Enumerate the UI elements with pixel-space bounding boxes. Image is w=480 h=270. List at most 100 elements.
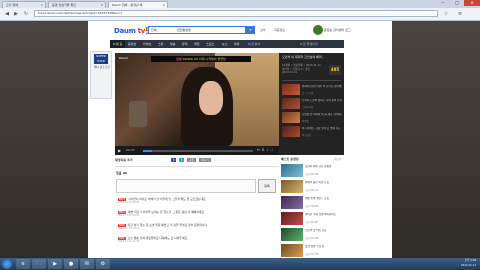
nav-item-live[interactable]: 라이브 (143, 40, 151, 48)
taskbar-app-icon[interactable]: e (16, 259, 30, 269)
side-banner-ad[interactable]: SUPER STAR 배너 광고 문구 (90, 51, 112, 99)
best-more-link[interactable]: 더보기 › (334, 157, 343, 161)
header-link-search[interactable]: 검색 (260, 28, 266, 32)
taskbar-app-icon[interactable]: ▶ (48, 259, 62, 269)
best-video-thumbnail[interactable] (281, 244, 303, 257)
nav-item-game[interactable]: 게임 (194, 40, 200, 48)
minimize-button[interactable]: ─ (436, 0, 450, 6)
player-icons: HD♪⛶ (257, 148, 275, 152)
taskbar-app-icon[interactable]: ● (64, 259, 78, 269)
menu-icon[interactable]: ≡ (456, 10, 464, 18)
video-frame[interactable]: Daum 인성 SWING UP 이제 시작해서 줄였당 (115, 53, 279, 146)
comment-text: 지금 여기 있는 옷 보면 엄청 예쁘고 저 정말 좋아요 많이 응원합니다 (127, 223, 207, 227)
nav-item-news[interactable]: 뉴스 (222, 40, 228, 48)
related-sub: 비주얼 (302, 120, 309, 123)
comment-submit-button[interactable]: 등록 (258, 179, 276, 193)
add-playlist-link[interactable]: 재생목록 추가 (115, 158, 133, 162)
tab-label: 동영 전실거울 확인 (52, 3, 76, 7)
browser-tab-active[interactable]: Daum 위헤 - 동영상 채 ✕ (108, 1, 168, 8)
daum-tvpot-logo[interactable]: Daum tv팟 (114, 26, 152, 36)
avatar[interactable] (313, 25, 323, 35)
best-video-title[interactable]: 오늘의 핫 이슈 모음 (305, 229, 343, 232)
hd-icon[interactable]: HD (257, 148, 266, 152)
related-title[interactable]: 오마이고 같이 없어도 나이 같이 보기 (302, 99, 342, 102)
browser-tab[interactable]: 동영 전실거울 확인 ✕ (48, 1, 106, 8)
related-title[interactable]: 이 다이어트 요정 보여 뜻 밖에 시도 (302, 127, 342, 130)
related-thumbnail[interactable] (282, 98, 300, 109)
browser-nav-bar: ◀ ▶ ↻ tvpot.daum.net/clip/ClipView.do?cl… (0, 8, 480, 21)
related-clip[interactable]: 오영심 인 이사람 살 를 새로 시작하는 비주얼 (282, 112, 342, 123)
best-video-title[interactable]: 배틀 인생 레전드 모음 (305, 197, 343, 200)
progress-bar[interactable] (143, 150, 253, 152)
related-thumbnail[interactable] (282, 84, 300, 95)
nav-player-link[interactable]: tv팟 플레이어 (300, 40, 318, 48)
comment-item: BEST 예쁘 어딘가 어울려 보이는 돈 입는거 그 옷은 점점 더 예뻐지네요… (118, 210, 274, 218)
best-video-item[interactable]: 동남아 최대 규모 쇼핑몰 조회 96,345 (281, 164, 343, 178)
site-header: Daum tv팟 전체 전진동잉앤 ⌕ 검색 회원정보 동정보 관리센터 로그 (88, 21, 392, 41)
progress-fill (143, 150, 152, 152)
best-video-thumbnail[interactable] (281, 180, 303, 193)
taskbar-app-icon[interactable]: ⚙ (96, 259, 110, 269)
play-icon[interactable]: ▶ (118, 148, 121, 153)
nav-item-broadcast[interactable]: 방송 (170, 40, 176, 48)
related-thumbnail[interactable] (282, 126, 300, 137)
related-clip[interactable]: 오마이고 같이 없어도 나이 같이 보기 드라마 2회 (282, 98, 342, 109)
windows-taskbar: e 🗀 ▶ ● ✉ ⚙ 오후 3:29 2013-11-11 (0, 258, 480, 270)
best-video-thumbnail[interactable] (281, 164, 303, 177)
nav-item-star[interactable]: 스타 (158, 40, 164, 48)
reload-icon[interactable]: ↻ (22, 10, 30, 18)
best-video-thumbnail[interactable] (281, 212, 303, 225)
taskbar-app-icon[interactable]: ✉ (80, 259, 94, 269)
best-video-thumbnail[interactable] (281, 196, 303, 209)
facebook-share-button[interactable]: f (171, 158, 176, 162)
nav-item-video[interactable]: 동영상 (128, 40, 136, 48)
forward-arrow-icon[interactable]: ▶ (12, 10, 20, 18)
best-video-title[interactable]: 아이돌 무대 직캠 하이라이트 (305, 213, 343, 216)
taskbar-app-icon[interactable]: 🗀 (32, 259, 46, 269)
related-clip[interactable]: [tvN] 인기인 정수 바 보기로 준비해도 오 후 3:00 (282, 84, 342, 95)
best-video-title[interactable]: 동남아 최대 규모 쇼핑몰 (305, 165, 343, 168)
close-window-button[interactable]: ✕ (464, 0, 480, 6)
best-video-item[interactable]: 세계의 숨은 비경 모음 조회 84,110 (281, 180, 343, 194)
comment-input[interactable] (116, 179, 256, 193)
share-button[interactable]: 공유 (187, 158, 197, 162)
best-video-item[interactable]: 배틀 인생 레전드 모음 조회 73,902 (281, 196, 343, 210)
best-video-item[interactable]: 아이돌 무대 직캠 하이라이트 조회 65,287 (281, 212, 343, 226)
back-arrow-icon[interactable]: ◀ (3, 10, 11, 18)
best-video-title[interactable]: 세계의 숨은 비경 모음 (305, 181, 343, 184)
address-bar[interactable]: tvpot.daum.net/clip/ClipView.do?clipid=4… (34, 10, 438, 17)
browser-tab[interactable]: 오디 위헤 ✕ (2, 1, 46, 8)
embed-button[interactable]: 퍼가기 (199, 158, 211, 162)
user-name[interactable]: 동정보 관리센터 로그 (324, 28, 351, 32)
tab-label: Daum 위헤 - 동영상 채 (112, 3, 143, 7)
related-sub: 오 후 3:00 (302, 92, 314, 95)
best-video-thumbnail[interactable] (281, 228, 303, 241)
search-button[interactable]: ⌕ (246, 26, 255, 34)
header-link-member[interactable]: 회원정보 (274, 28, 285, 32)
best-video-item[interactable]: 오늘의 핫 이슈 모음 조회 52,018 (281, 228, 343, 242)
video-player[interactable]: Daum 인성 SWING UP 이제 시작해서 줄였당 ▶ 00:37 HD♪… (115, 53, 279, 155)
related-thumbnail[interactable] (282, 112, 300, 123)
related-title[interactable]: 오영심 인 이사람 살 를 새로 시작하는 (302, 113, 342, 116)
search-input[interactable]: 전진동잉앤 (177, 28, 191, 32)
best-video-item[interactable]: 맛집 탐방 특집 편 조회 41,776 (281, 244, 343, 258)
system-clock[interactable]: 오후 3:29 2013-11-11 (440, 259, 476, 268)
backdrop-left (0, 20, 88, 258)
twitter-share-button[interactable]: t (179, 158, 185, 162)
nav-item-analysis[interactable]: tv팟 분석 (248, 40, 260, 48)
nav-item-theme[interactable]: 테마 (234, 40, 240, 48)
related-title[interactable]: [tvN] 인기인 정수 바 보기로 준비해도 (302, 85, 342, 88)
ad-badge: SUPER STAR (94, 54, 108, 64)
fullscreen-icon[interactable]: ⛶ (271, 148, 275, 152)
start-button[interactable] (2, 259, 12, 269)
maximize-button[interactable]: □ (450, 0, 464, 6)
nav-item-sports[interactable]: 스포츠 (206, 40, 214, 48)
star-icon[interactable]: ☆ (442, 10, 450, 18)
comment-item: BEST 가사인지 아직도 이해가 전 이렇게 안 그렇게 해도 잘 모르겠는데요… (118, 197, 274, 205)
nav-item-music[interactable]: 뮤직 (182, 40, 188, 48)
related-clip[interactable]: 이 다이어트 요정 보여 뜻 밖에 시도 최신클립 (282, 126, 342, 137)
best-video-title[interactable]: 맛집 탐방 특집 편 (305, 245, 343, 248)
nav-item-home[interactable]: tv팟 홈 (110, 40, 126, 48)
search-scope-select[interactable]: 전체 (151, 28, 157, 32)
search-box[interactable]: 전체 전진동잉앤 (148, 26, 246, 34)
